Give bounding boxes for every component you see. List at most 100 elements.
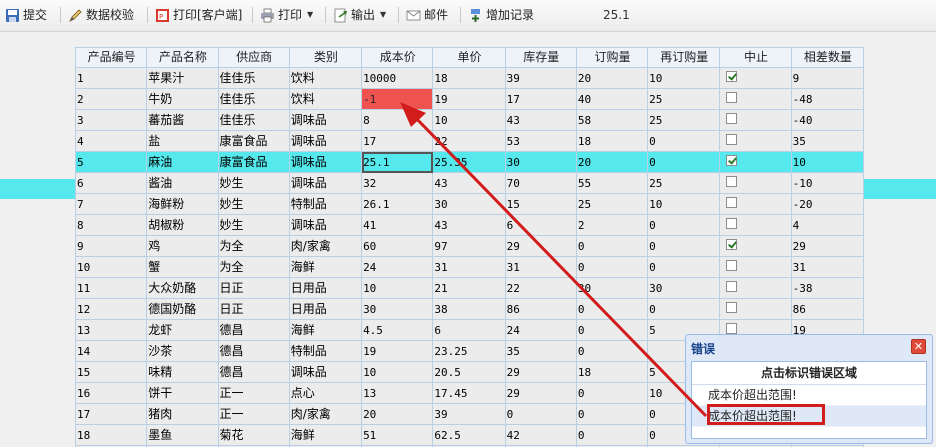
cell-diff[interactable]: 29 [790, 235, 865, 257]
cell-price[interactable]: 43 [432, 214, 506, 236]
cell-reorder[interactable]: 0 [647, 298, 721, 320]
cell-name[interactable]: 牛奶 [146, 88, 219, 110]
cell-reorder[interactable]: 0 [647, 151, 721, 173]
cell-price[interactable]: 20.5 [432, 361, 506, 383]
cell-name[interactable]: 麻油 [146, 151, 219, 173]
table-row[interactable]: 5 麻油 康富食品 调味品 25.1 25.35 30 20 0 10 [74, 151, 865, 173]
discontinued-checkbox[interactable] [726, 302, 738, 313]
cell-diff[interactable]: -40 [790, 109, 865, 131]
cell-reorder[interactable]: 0 [647, 256, 721, 278]
column-header[interactable]: 订购量 [575, 47, 649, 68]
column-header[interactable]: 产品编号 [74, 47, 148, 68]
cell-category[interactable]: 特制品 [288, 340, 363, 362]
cell-price[interactable]: 38 [432, 298, 506, 320]
print-button[interactable]: 打印 ▼ [260, 5, 313, 25]
cell-stock[interactable]: 86 [504, 298, 577, 320]
cell-supplier[interactable]: 德昌 [217, 319, 290, 341]
cell-category[interactable]: 调味品 [288, 361, 363, 383]
cell-reorder[interactable]: 0 [647, 130, 721, 152]
discontinued-checkbox[interactable] [726, 113, 738, 124]
cell-diff[interactable]: 9 [790, 67, 865, 89]
cell-ordered[interactable]: 30 [575, 277, 649, 299]
cell-cost[interactable]: 13 [361, 382, 434, 404]
cell-price[interactable]: 18 [432, 67, 506, 89]
cell-ordered[interactable]: 0 [575, 424, 649, 446]
submit-button[interactable]: 提交 [5, 5, 47, 25]
cell-price[interactable]: 31 [432, 256, 506, 278]
cell-stock[interactable]: 22 [504, 277, 577, 299]
export-button[interactable]: 输出 ▼ [333, 5, 386, 25]
cell-supplier[interactable]: 正一 [217, 403, 290, 425]
discontinued-cell[interactable] [719, 193, 792, 215]
cell-stock[interactable]: 17 [504, 88, 577, 110]
cell-name[interactable]: 饼干 [146, 382, 219, 404]
cell-id[interactable]: 4 [74, 130, 148, 152]
cell-ordered[interactable]: 55 [575, 172, 649, 194]
cell-stock[interactable]: 29 [504, 382, 577, 404]
column-header[interactable]: 库存量 [504, 47, 577, 68]
cell-name[interactable]: 苹果汁 [146, 67, 219, 89]
cell-name[interactable]: 沙茶 [146, 340, 219, 362]
cell-price[interactable]: 62.5 [432, 424, 506, 446]
cell-diff[interactable]: -48 [790, 88, 865, 110]
discontinued-checkbox[interactable] [726, 260, 738, 271]
column-header[interactable]: 再订购量 [647, 47, 721, 68]
cell-supplier[interactable]: 正一 [217, 382, 290, 404]
discontinued-cell[interactable] [719, 88, 792, 110]
cell-id[interactable]: 9 [74, 235, 148, 257]
cell-reorder[interactable]: 0 [647, 214, 721, 236]
cell-ordered[interactable]: 18 [575, 361, 649, 383]
cell-supplier[interactable]: 日正 [217, 277, 290, 299]
cell-diff[interactable]: 86 [790, 298, 865, 320]
cell-cost[interactable]: -1 [361, 88, 434, 110]
cell-category[interactable]: 调味品 [288, 214, 363, 236]
cell-id[interactable]: 7 [74, 193, 148, 215]
cell-diff[interactable]: 4 [790, 214, 865, 236]
cell-category[interactable]: 饮料 [288, 67, 363, 89]
cell-reorder[interactable]: 25 [647, 109, 721, 131]
discontinued-checkbox[interactable] [726, 239, 738, 250]
cell-cost[interactable]: 4.5 [361, 319, 434, 341]
cell-supplier[interactable]: 佳佳乐 [217, 67, 290, 89]
column-header[interactable]: 中止 [719, 47, 792, 68]
cell-supplier[interactable]: 德昌 [217, 340, 290, 362]
cell-cost[interactable]: 10000 [361, 67, 434, 89]
cell-category[interactable]: 海鲜 [288, 319, 363, 341]
cell-name[interactable]: 胡椒粉 [146, 214, 219, 236]
cell-cost[interactable]: 10 [361, 277, 434, 299]
cell-supplier[interactable]: 康富食品 [217, 130, 290, 152]
cell-category[interactable]: 肉/家禽 [288, 403, 363, 425]
cell-id[interactable]: 3 [74, 109, 148, 131]
cell-cost[interactable]: 26.1 [361, 193, 434, 215]
cell-stock[interactable]: 43 [504, 109, 577, 131]
cell-id[interactable]: 2 [74, 88, 148, 110]
cell-name[interactable]: 蕃茄酱 [146, 109, 219, 131]
cell-stock[interactable]: 15 [504, 193, 577, 215]
cell-category[interactable]: 调味品 [288, 130, 363, 152]
cell-category[interactable]: 日用品 [288, 298, 363, 320]
discontinued-cell[interactable] [719, 172, 792, 194]
discontinued-checkbox[interactable] [726, 155, 738, 166]
cell-reorder[interactable]: 30 [647, 277, 721, 299]
cell-ordered[interactable]: 0 [575, 403, 649, 425]
cell-price[interactable]: 22 [432, 130, 506, 152]
cell-price[interactable]: 21 [432, 277, 506, 299]
table-row[interactable]: 12 德国奶酪 日正 日用品 30 38 86 0 0 86 [74, 298, 865, 320]
cell-ordered[interactable]: 58 [575, 109, 649, 131]
table-row[interactable]: 4 盐康富食品 调味品 17 22 53 18 0 35 [74, 130, 865, 152]
cell-cost[interactable]: 19 [361, 340, 434, 362]
cell-cost[interactable]: 24 [361, 256, 434, 278]
cell-name[interactable]: 德国奶酪 [146, 298, 219, 320]
discontinued-checkbox[interactable] [726, 281, 738, 292]
cell-reorder[interactable]: 0 [647, 235, 721, 257]
add-record-button[interactable]: 增加记录 [468, 5, 534, 25]
cell-price[interactable]: 30 [432, 193, 506, 215]
discontinued-checkbox[interactable] [726, 134, 738, 145]
cell-cost[interactable]: 32 [361, 172, 434, 194]
cell-cost[interactable]: 17 [361, 130, 434, 152]
cell-ordered[interactable]: 25 [575, 193, 649, 215]
close-icon[interactable]: ✕ [911, 339, 926, 354]
cell-ordered[interactable]: 20 [575, 67, 649, 89]
cell-cost[interactable]: 10 [361, 361, 434, 383]
cell-cost[interactable]: 51 [361, 424, 434, 446]
